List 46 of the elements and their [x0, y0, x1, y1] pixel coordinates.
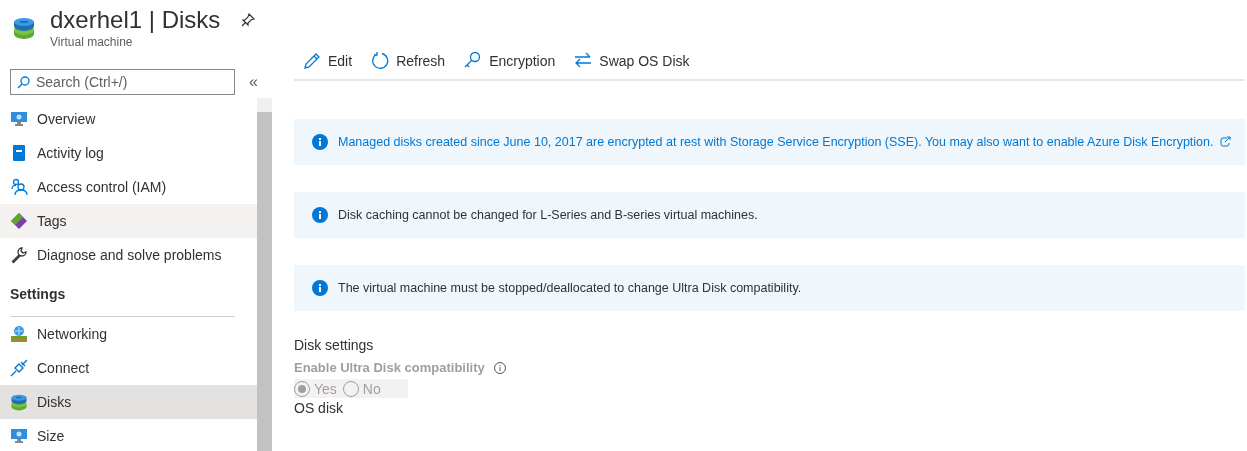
toolbar-button[interactable]: Swap OS Disk — [567, 51, 696, 70]
wrench-icon — [10, 246, 28, 264]
refresh-icon — [370, 51, 390, 70]
tag-icon — [10, 212, 28, 230]
globe-icon — [10, 325, 28, 343]
sidebar-item[interactable]: Overview — [0, 102, 257, 136]
external-link-icon — [1219, 136, 1232, 148]
sidebar-item[interactable]: Connect — [0, 351, 257, 385]
info-icon — [492, 360, 507, 375]
sidebar-item[interactable]: Size — [0, 419, 257, 451]
section-heading: Settings — [9, 285, 67, 304]
monitor-icon — [10, 110, 28, 128]
info-icon — [312, 280, 328, 296]
toolbar-button[interactable]: Encryption — [457, 51, 562, 70]
toolbar-button[interactable]: Refresh — [364, 51, 452, 70]
info-text: Disk caching cannot be changed for L-Series and B-series virtual machines. — [338, 208, 758, 222]
pencil-icon — [302, 51, 321, 70]
pin-icon[interactable] — [240, 12, 257, 28]
section-heading: OS disk — [294, 400, 344, 416]
info-icon — [312, 207, 328, 223]
sidebar-item[interactable]: Diagnose and solve problems — [0, 238, 257, 272]
field-label: Enable Ultra Disk compatibility — [294, 360, 485, 375]
monitor-icon — [10, 427, 28, 445]
search-field[interactable]: Search (Ctrl+/) — [10, 69, 235, 95]
swap-icon — [573, 51, 593, 70]
radio-option: Yes — [294, 380, 337, 397]
plug-icon — [10, 359, 28, 377]
toolbar-button[interactable]: Edit — [294, 51, 359, 70]
radio-option: No — [342, 380, 381, 397]
sidebar-item[interactable]: Disks — [0, 385, 257, 419]
sidebar-item[interactable]: Access control (IAM) — [0, 170, 257, 204]
page-subtitle: Virtual machine — [50, 35, 134, 49]
section-heading: Disk settings — [294, 337, 375, 353]
book-icon — [10, 144, 28, 162]
disk-icon — [12, 18, 36, 39]
sidebar-item[interactable]: Networking — [0, 317, 257, 351]
sidebar-item[interactable]: Activity log — [0, 136, 257, 170]
info-link[interactable]: Managed disks created since June 10, 2017 are encrypted at rest with Storage Service Encryption (SSE). You may also want to enable Azure Disk Encryption. — [338, 135, 1214, 149]
page-title: dxerhel1 | Disks — [50, 6, 221, 34]
collapse-button[interactable]: « — [245, 73, 262, 91]
search-icon — [16, 75, 30, 89]
info-text: The virtual machine must be stopped/deallocated to change Ultra Disk compatibility. — [338, 281, 802, 295]
info-icon — [312, 134, 328, 150]
sidebar-item[interactable]: Tags — [0, 204, 257, 238]
people-icon — [10, 178, 28, 196]
key-icon — [463, 51, 483, 70]
